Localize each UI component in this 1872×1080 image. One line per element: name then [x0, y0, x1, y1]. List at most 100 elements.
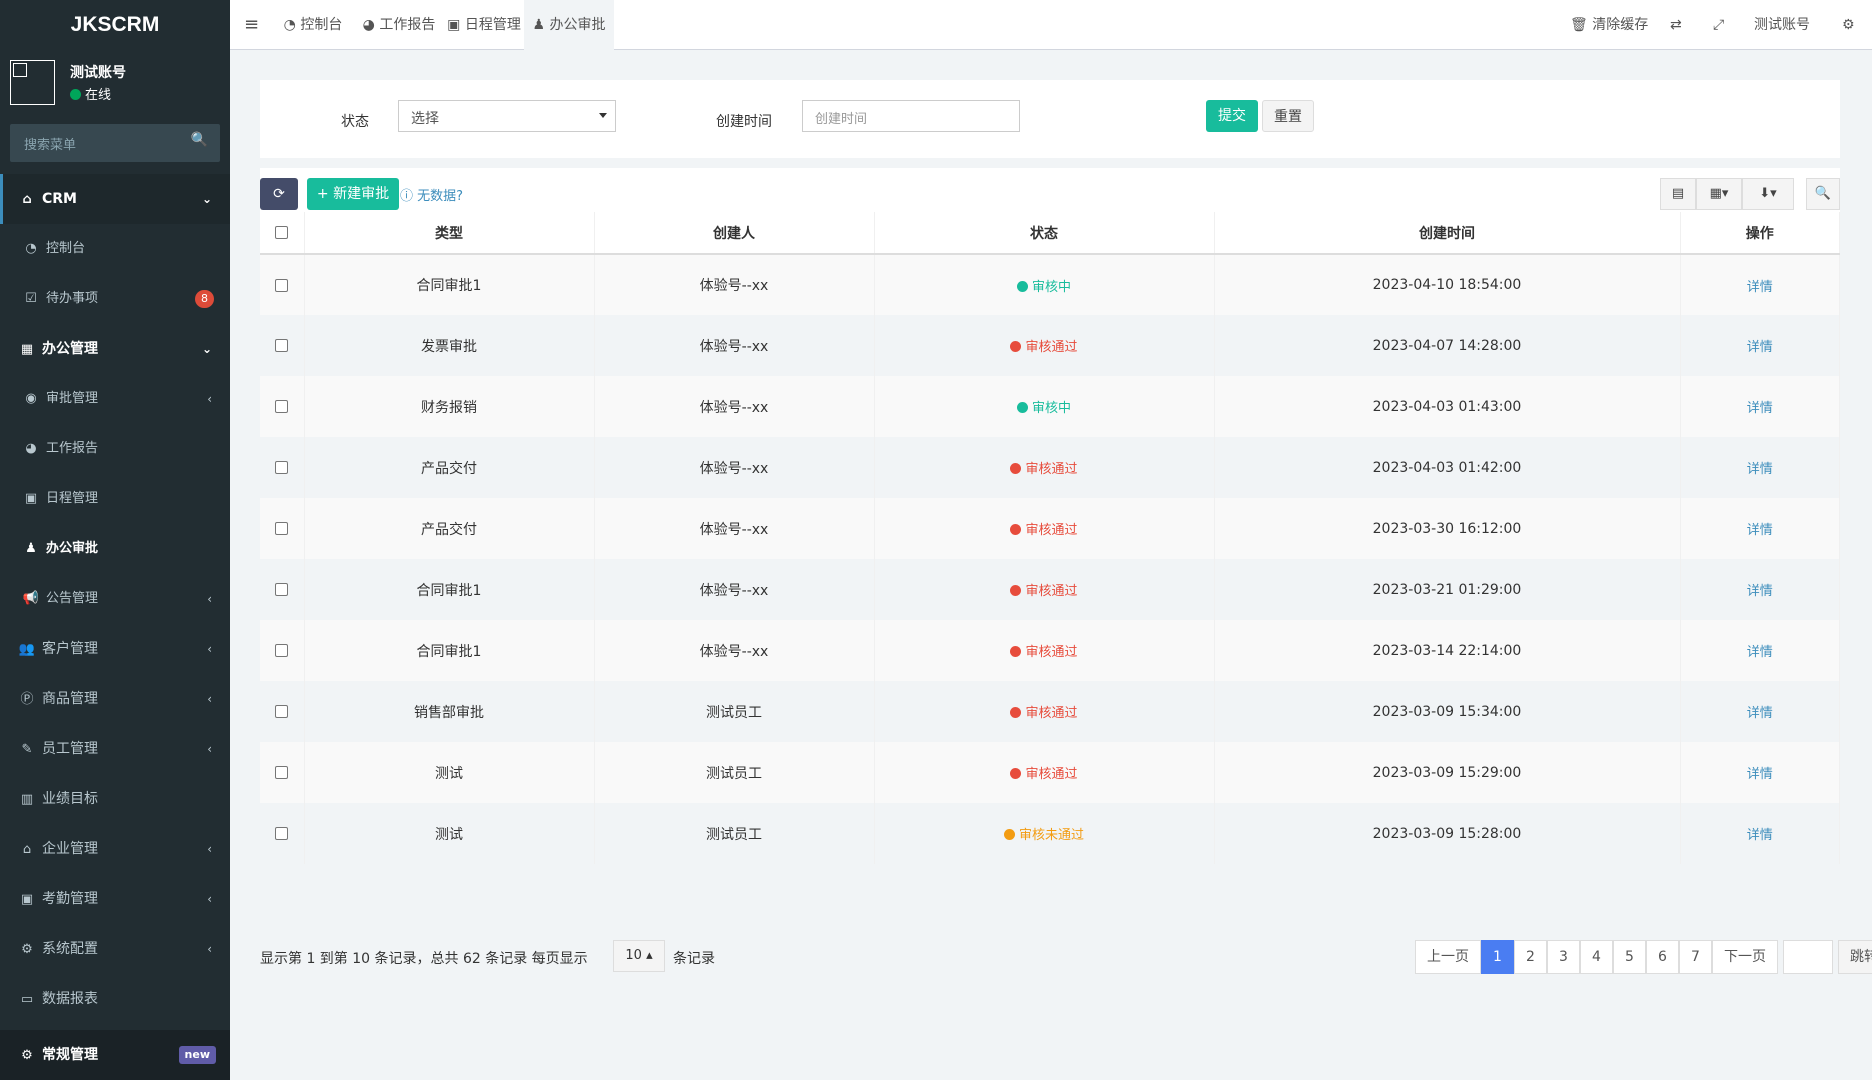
detail-link[interactable]: 详情: [1747, 462, 1773, 477]
submit-button[interactable]: 提交: [1206, 100, 1258, 132]
no-data-link[interactable]: ⓘ 无数据?: [400, 185, 463, 204]
page-size-select[interactable]: 10 ▴: [613, 940, 665, 972]
sidebar-item-5[interactable]: ◕ 工作报告: [0, 424, 230, 474]
page-button[interactable]: 5: [1613, 940, 1646, 974]
filter-form: 状态 选择 创建时间 创建时间 提交 重置: [260, 80, 1840, 158]
sidebar-item-7[interactable]: ♟ 办公审批: [0, 524, 230, 574]
row-checkbox[interactable]: [260, 803, 305, 864]
tab-2[interactable]: ▣ 日程管理: [444, 0, 524, 50]
page-button[interactable]: 1: [1481, 940, 1514, 974]
sidebar-item-16[interactable]: ▭ 数据报表: [0, 974, 230, 1024]
toggle-view-icon[interactable]: ▤: [1660, 178, 1696, 210]
jump-page-input[interactable]: [1783, 940, 1833, 974]
detail-link[interactable]: 详情: [1747, 401, 1773, 416]
reset-button[interactable]: 重置: [1262, 100, 1314, 132]
page-button[interactable]: 2: [1514, 940, 1547, 974]
column-header-creator[interactable]: 创建人: [594, 212, 875, 255]
page-button[interactable]: 6: [1646, 940, 1679, 974]
chevron-left-icon: ‹: [207, 642, 212, 656]
account-menu[interactable]: 测试账号: [1754, 0, 1810, 50]
sidebar-item-9[interactable]: 👥 客户管理 ‹: [0, 624, 230, 674]
row-checkbox[interactable]: [260, 376, 305, 437]
table-row: 测试 测试员工 审核未通过 2023-03-09 15:28:00 详情: [260, 803, 1840, 864]
row-checkbox[interactable]: [260, 437, 305, 498]
main-content: 状态 选择 创建时间 创建时间 提交 重置 ⟳ + 新建审批 ⓘ 无数据? ▤ …: [230, 50, 1872, 1080]
column-header-status[interactable]: 状态: [874, 212, 1215, 255]
user-panel: 测试账号 在线: [0, 50, 230, 122]
detail-link[interactable]: 详情: [1747, 706, 1773, 721]
search-icon[interactable]: 🔍: [1806, 178, 1840, 210]
sidebar-item-11[interactable]: ✎ 员工管理 ‹: [0, 724, 230, 774]
detail-link[interactable]: 详情: [1747, 645, 1773, 660]
cell-status: 审核通过: [874, 681, 1215, 742]
tab-3[interactable]: ♟ 办公审批: [524, 0, 614, 50]
detail-link[interactable]: 详情: [1747, 828, 1773, 843]
detail-link[interactable]: 详情: [1747, 767, 1773, 782]
gears-icon[interactable]: ⚙: [1842, 0, 1855, 50]
sidebar-item-6[interactable]: ▣ 日程管理: [0, 474, 230, 524]
row-checkbox[interactable]: [260, 254, 305, 315]
columns-icon[interactable]: ▦▾: [1696, 178, 1742, 210]
new-approval-button[interactable]: + 新建审批: [307, 178, 399, 210]
translate-icon[interactable]: ⇄: [1670, 0, 1682, 50]
sidebar-item-3[interactable]: ▦ 办公管理 ⌄: [0, 324, 230, 374]
sidebar-item-regular[interactable]: ⚙ 常规管理 new: [0, 1030, 230, 1080]
export-icon[interactable]: ⬇▾: [1742, 178, 1794, 210]
column-header-type[interactable]: 类型: [304, 212, 595, 255]
sidebar-item-13[interactable]: ⌂ 企业管理 ‹: [0, 824, 230, 874]
info-icon: ⓘ: [400, 189, 414, 204]
sidebar-item-12[interactable]: ▥ 业绩目标: [0, 774, 230, 824]
cell-status: 审核中: [874, 376, 1215, 437]
created-time-input[interactable]: 创建时间: [802, 100, 1020, 132]
row-checkbox[interactable]: [260, 681, 305, 742]
cell-action: 详情: [1680, 681, 1840, 742]
clear-cache-button[interactable]: 🗑 清除缓存: [1570, 0, 1648, 50]
row-checkbox[interactable]: [260, 620, 305, 681]
prev-page-button[interactable]: 上一页: [1415, 940, 1481, 974]
cell-type: 测试: [304, 742, 595, 803]
sidebar-item-4[interactable]: ◉ 审批管理 ‹: [0, 374, 230, 424]
cell-type: 销售部审批: [304, 681, 595, 742]
sidebar-item-label: 工作报告: [46, 441, 99, 456]
menu-search-input[interactable]: 搜索菜单 🔍: [10, 124, 220, 162]
page-button[interactable]: 4: [1580, 940, 1613, 974]
row-checkbox[interactable]: [260, 742, 305, 803]
cell-type: 产品交付: [304, 437, 595, 498]
page-button[interactable]: 3: [1547, 940, 1580, 974]
sidebar-item-2[interactable]: ☑ 待办事项 8: [0, 274, 230, 324]
tab-1[interactable]: ◕ 工作报告: [354, 0, 444, 50]
app-logo[interactable]: JKSCRM: [0, 0, 230, 50]
chevron-left-icon: ‹: [207, 942, 212, 956]
select-all-checkbox[interactable]: [260, 212, 305, 255]
fullscreen-icon[interactable]: ⤢: [1713, 0, 1724, 50]
status-select[interactable]: 选择: [398, 100, 616, 132]
detail-link[interactable]: 详情: [1747, 340, 1773, 355]
detail-link[interactable]: 详情: [1747, 523, 1773, 538]
sidebar-item-0[interactable]: ⌂ CRM ⌄: [0, 174, 230, 224]
column-header-created-time[interactable]: 创建时间: [1214, 212, 1681, 255]
sidebar-item-1[interactable]: ◔ 控制台: [0, 224, 230, 274]
cell-status: 审核中: [874, 254, 1215, 315]
tab-0[interactable]: ◔ 控制台: [272, 0, 354, 50]
detail-link[interactable]: 详情: [1747, 280, 1773, 295]
next-page-button[interactable]: 下一页: [1712, 940, 1778, 974]
row-checkbox[interactable]: [260, 559, 305, 620]
online-dot-icon: [70, 89, 81, 100]
cell-creator: 测试员工: [594, 803, 875, 864]
sidebar-item-10[interactable]: Ⓟ 商品管理 ‹: [0, 674, 230, 724]
sidebar-item-15[interactable]: ⚙ 系统配置 ‹: [0, 924, 230, 974]
sidebar-item-8[interactable]: 📢 公告管理 ‹: [0, 574, 230, 624]
cell-status: 审核通过: [874, 742, 1215, 803]
page-button[interactable]: 7: [1679, 940, 1712, 974]
bullhorn-icon: 📢: [22, 591, 40, 606]
row-checkbox[interactable]: [260, 498, 305, 559]
jump-button[interactable]: 跳转: [1838, 940, 1872, 974]
cell-action: 详情: [1680, 376, 1840, 437]
sidebar-item-label: 控制台: [46, 241, 86, 256]
refresh-button[interactable]: ⟳: [260, 178, 298, 210]
menu-toggle-icon[interactable]: ≡: [244, 0, 259, 50]
detail-link[interactable]: 详情: [1747, 584, 1773, 599]
sidebar-item-14[interactable]: ▣ 考勤管理 ‹: [0, 874, 230, 924]
tab-label: 办公审批: [549, 17, 606, 33]
row-checkbox[interactable]: [260, 315, 305, 376]
